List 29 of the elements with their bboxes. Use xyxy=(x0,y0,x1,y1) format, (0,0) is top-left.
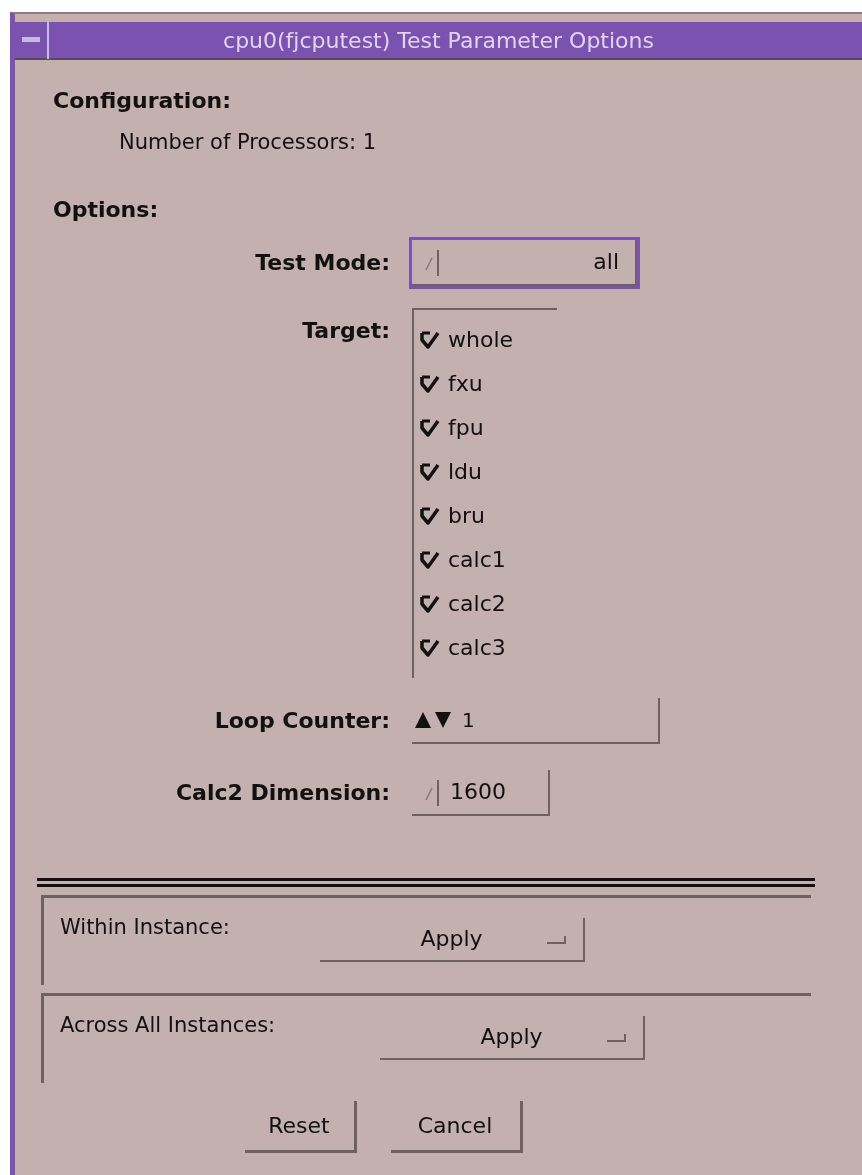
field-label: Calc2 Dimension: xyxy=(174,779,390,807)
section-heading: Options: xyxy=(53,195,160,224)
section-heading: Configuration: xyxy=(53,87,232,115)
checkbox-item[interactable]: whole xyxy=(420,317,514,362)
checkbox-item[interactable]: calc1 xyxy=(420,537,506,582)
apply-button[interactable]: Apply xyxy=(320,917,585,962)
spin-arrows-icon[interactable] xyxy=(414,709,454,730)
menu-indicator-icon xyxy=(607,1032,627,1043)
reset-button[interactable]: Reset xyxy=(244,1100,357,1153)
group-label: Across All Instances: xyxy=(60,1011,277,1039)
checkbox-item[interactable]: bru xyxy=(420,493,485,538)
spin-field[interactable]: 1 xyxy=(412,697,660,744)
field-label: Loop Counter: xyxy=(213,707,390,735)
checkbox-item[interactable]: fpu xyxy=(420,405,484,450)
group-label: Within Instance: xyxy=(60,913,231,941)
apply-button[interactable]: Apply xyxy=(380,1015,645,1060)
field-label: Target: xyxy=(301,316,390,345)
checkbox-item[interactable]: ldu xyxy=(420,449,483,494)
window-title: cpu0(fjcputest) Test Parameter Options xyxy=(222,26,655,55)
checkbox-item[interactable]: fxu xyxy=(420,361,483,406)
field-label: Test Mode: xyxy=(254,249,390,277)
menu-indicator-icon xyxy=(547,934,567,945)
processor-count: Number of Processors: 1 xyxy=(119,129,378,156)
minimize-icon xyxy=(22,36,40,44)
option-menu[interactable]: 1600 xyxy=(412,769,550,816)
checkbox-item[interactable]: calc3 xyxy=(420,625,506,670)
cancel-button[interactable]: Cancel xyxy=(390,1100,523,1153)
checkbox-item[interactable]: calc2 xyxy=(420,581,506,626)
option-menu[interactable]: all xyxy=(412,239,637,286)
